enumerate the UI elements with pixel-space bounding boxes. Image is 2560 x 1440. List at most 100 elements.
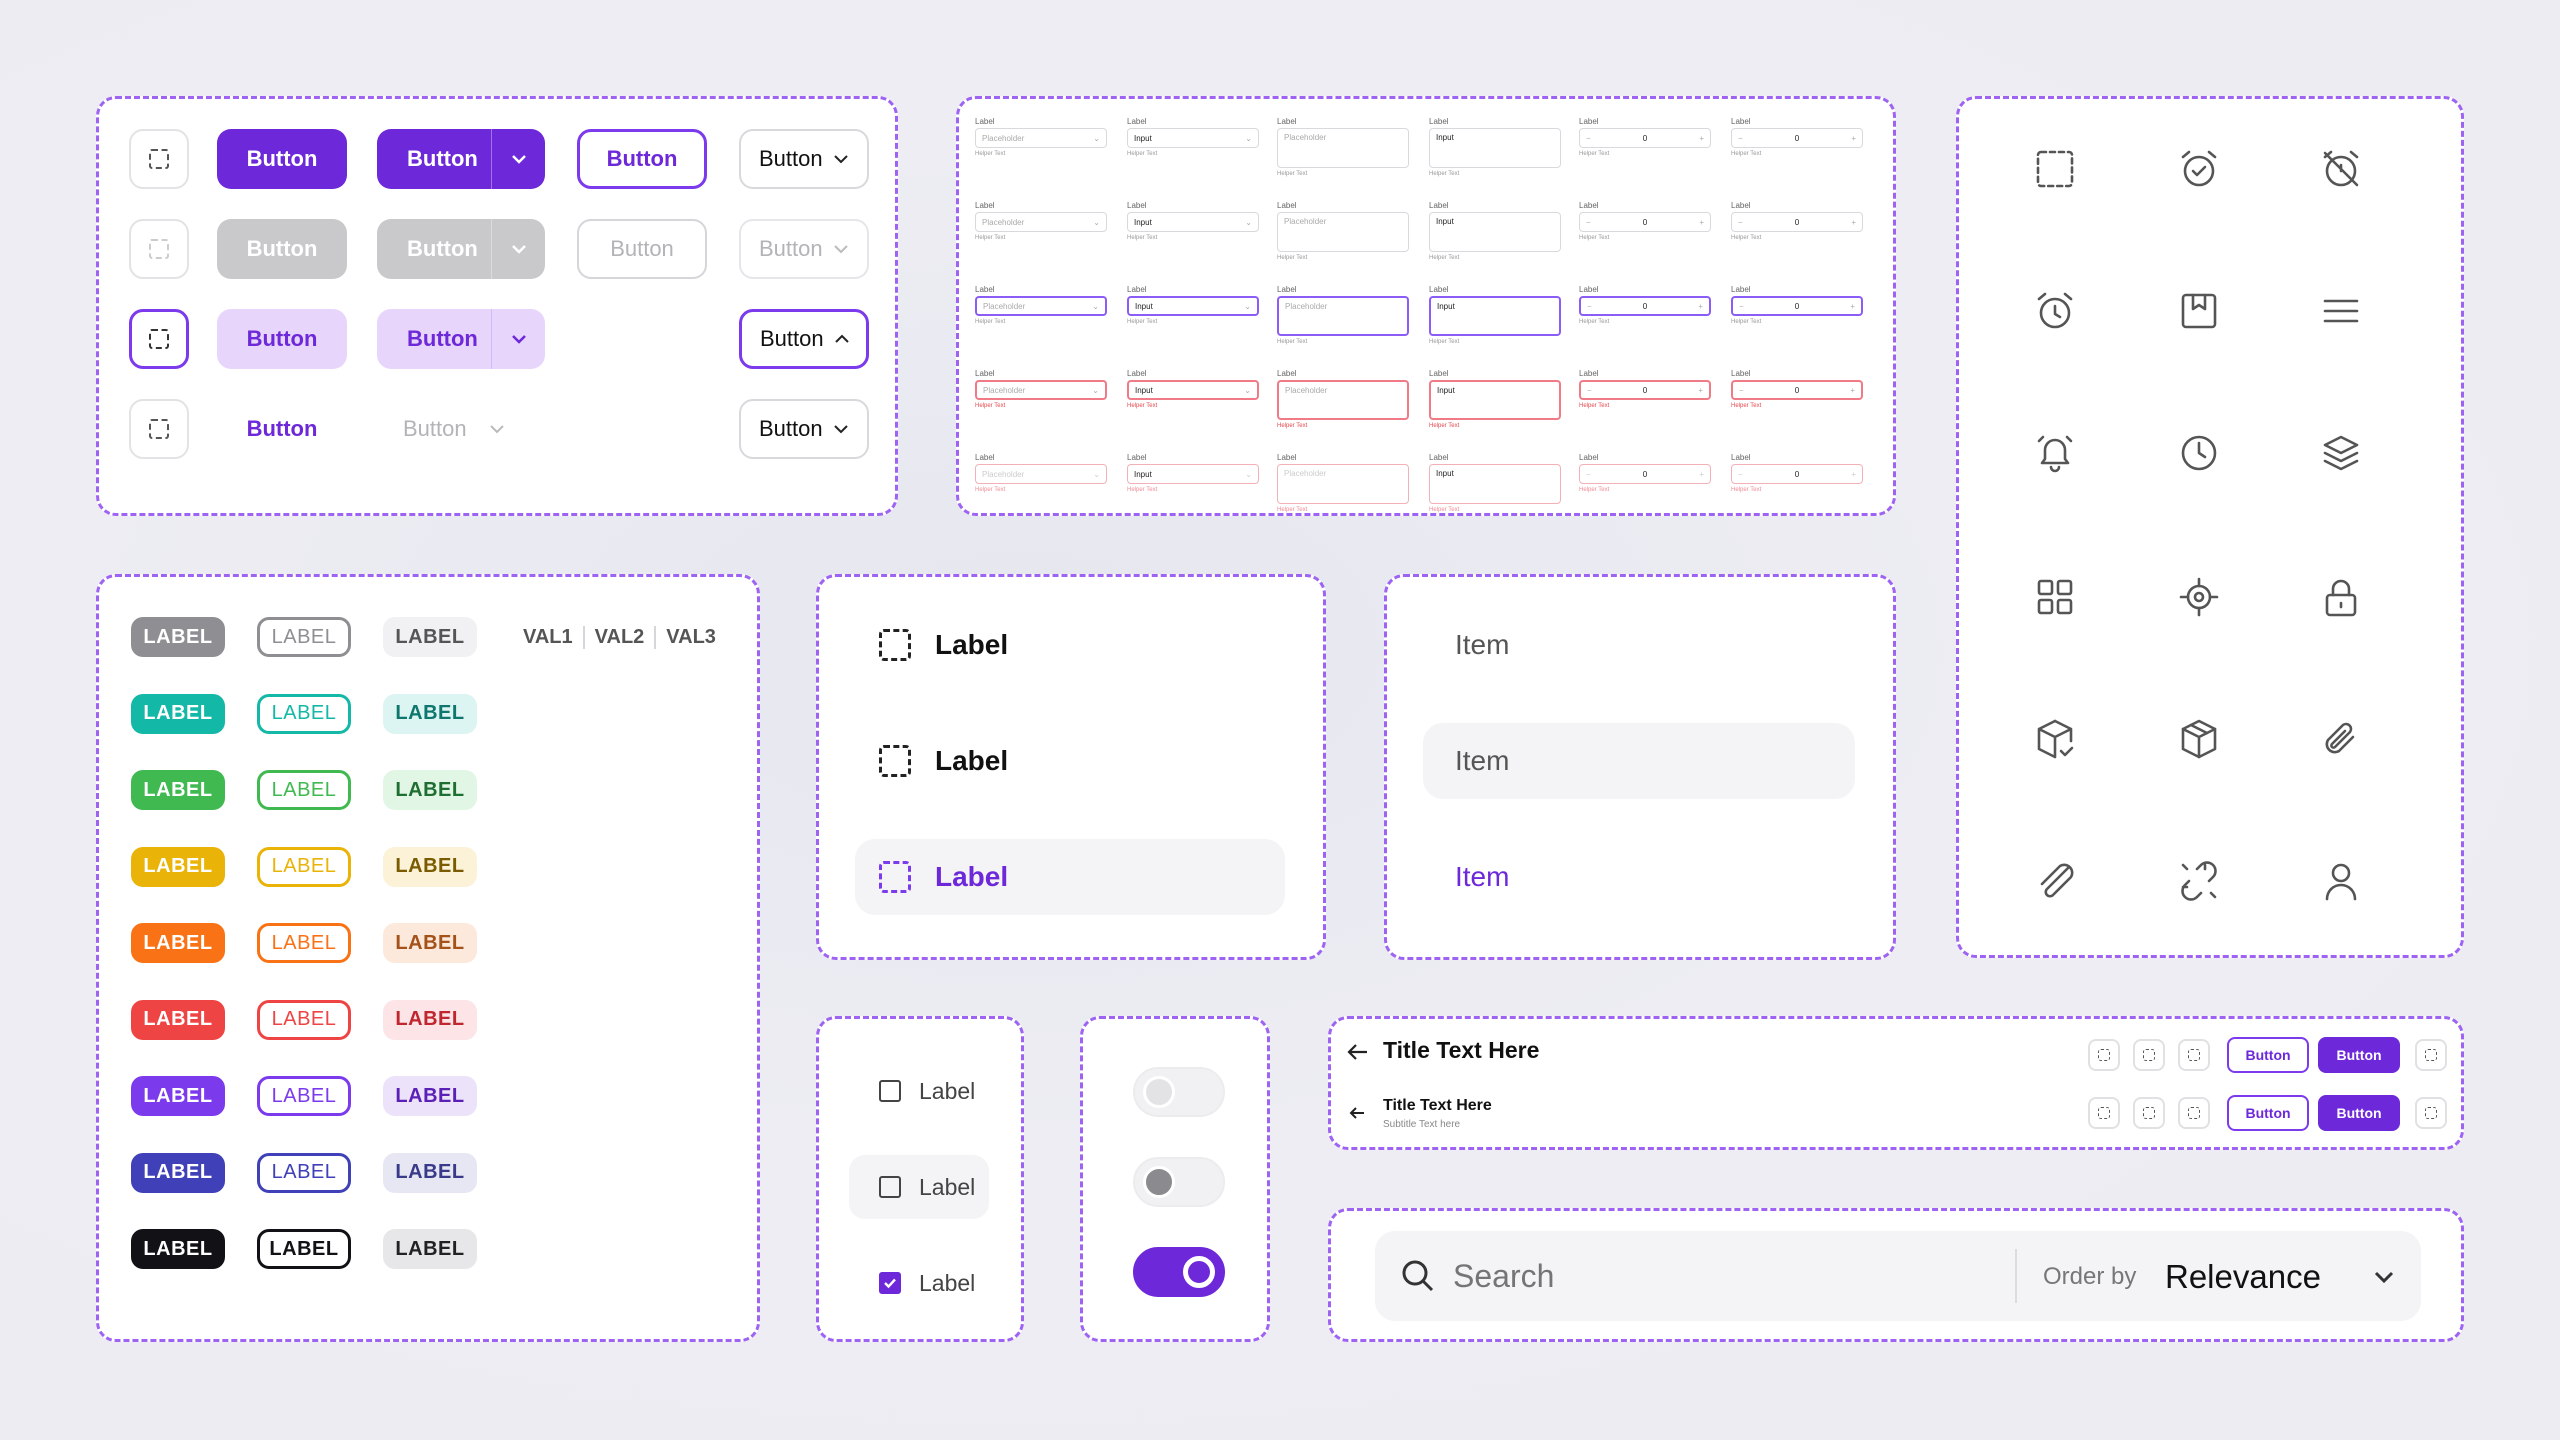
stepper-field[interactable]: Label − 0 + Helper Text: [1579, 369, 1711, 409]
bell-ringing-icon[interactable]: [2031, 429, 2079, 477]
field-box[interactable]: Input: [1429, 296, 1561, 336]
field-box[interactable]: Placeholder: [1277, 464, 1409, 504]
checkbox-row[interactable]: Label: [849, 1059, 989, 1123]
alarm-icon[interactable]: [2031, 287, 2079, 335]
minus-icon[interactable]: −: [1738, 218, 1743, 227]
checkbox[interactable]: [879, 1176, 901, 1198]
field-box[interactable]: Placeholder ⌄: [975, 212, 1107, 232]
list-label-row-selected[interactable]: Label: [855, 839, 1285, 915]
field-box[interactable]: Placeholder: [1277, 380, 1409, 420]
secondary-split-button[interactable]: Button: [377, 309, 545, 369]
header-icon-button[interactable]: [2415, 1039, 2447, 1071]
minus-icon[interactable]: −: [1586, 134, 1591, 143]
clock-icon[interactable]: [2175, 429, 2223, 477]
arrow-left-icon[interactable]: [1348, 1105, 1366, 1121]
header-primary-button[interactable]: Button: [2318, 1037, 2400, 1073]
minus-icon[interactable]: −: [1587, 302, 1592, 311]
stepper-field[interactable]: Label − 0 + Helper Text: [1731, 453, 1863, 493]
secondary-button[interactable]: Button: [217, 309, 347, 369]
field-box[interactable]: − 0 +: [1731, 464, 1863, 484]
header-icon-button[interactable]: [2178, 1039, 2210, 1071]
user-icon[interactable]: [2317, 857, 2365, 905]
plus-icon[interactable]: +: [1851, 218, 1856, 227]
toggle-off-hover[interactable]: [1133, 1157, 1225, 1207]
chevron-down-icon[interactable]: [491, 219, 545, 279]
plus-icon[interactable]: +: [1850, 302, 1855, 311]
field-box[interactable]: Input: [1429, 380, 1561, 420]
field-box[interactable]: Placeholder: [1277, 212, 1409, 252]
dropdown-button-disabled[interactable]: Button: [739, 219, 869, 279]
field-box[interactable]: Placeholder ⌄: [975, 128, 1107, 148]
stepper-field[interactable]: Label − 0 + Helper Text: [1731, 369, 1863, 409]
select-field[interactable]: Label Placeholder ⌄ Helper Text: [975, 369, 1107, 409]
icon-button-disabled[interactable]: [129, 219, 189, 279]
field-box[interactable]: − 0 +: [1731, 296, 1863, 316]
select-field[interactable]: Label Input ⌄ Helper Text: [1127, 369, 1259, 409]
stepper-field[interactable]: Label − 0 + Helper Text: [1579, 453, 1711, 493]
textarea-field[interactable]: Label Input Helper Text: [1429, 117, 1561, 177]
field-box[interactable]: − 0 +: [1731, 128, 1863, 148]
grid-icon[interactable]: [2031, 573, 2079, 621]
field-box[interactable]: − 0 +: [1731, 380, 1863, 400]
menu-icon[interactable]: [2317, 287, 2365, 335]
header-icon-button[interactable]: [2088, 1039, 2120, 1071]
textarea-field[interactable]: Label Placeholder Helper Text: [1277, 453, 1409, 513]
order-by-select[interactable]: Relevance: [2165, 1255, 2395, 1299]
minus-icon[interactable]: −: [1738, 134, 1743, 143]
textarea-field[interactable]: Label Input Helper Text: [1429, 453, 1561, 513]
select-field[interactable]: Label Input ⌄ Helper Text: [1127, 285, 1259, 325]
field-box[interactable]: − 0 +: [1579, 128, 1711, 148]
layers-icon[interactable]: [2317, 429, 2365, 477]
text-split-button-disabled[interactable]: Button: [377, 399, 545, 459]
plus-icon[interactable]: +: [1698, 386, 1703, 395]
chevron-down-icon[interactable]: [491, 309, 545, 369]
split-button-disabled[interactable]: Button: [377, 219, 545, 279]
field-box[interactable]: Input: [1429, 212, 1561, 252]
header-icon-button[interactable]: [2133, 1097, 2165, 1129]
field-box[interactable]: − 0 +: [1579, 464, 1711, 484]
header-primary-button[interactable]: Button: [2318, 1095, 2400, 1131]
search-input[interactable]: [1453, 1251, 1973, 1301]
field-box[interactable]: Placeholder: [1277, 128, 1409, 168]
dropdown-button[interactable]: Button: [739, 129, 869, 189]
select-field[interactable]: Label Input ⌄ Helper Text: [1127, 201, 1259, 241]
select-field[interactable]: Label Placeholder ⌄ Helper Text: [975, 201, 1107, 241]
plus-icon[interactable]: +: [1699, 470, 1704, 479]
stepper-field[interactable]: Label − 0 + Helper Text: [1579, 201, 1711, 241]
plus-icon[interactable]: +: [1699, 218, 1704, 227]
segment-val2[interactable]: VAL2: [582, 625, 655, 649]
checkbox-checked[interactable]: [879, 1272, 901, 1294]
checkbox-row-checked[interactable]: Label: [849, 1251, 989, 1315]
toggle-off[interactable]: [1133, 1067, 1225, 1117]
header-icon-button[interactable]: [2415, 1097, 2447, 1129]
minus-icon[interactable]: −: [1739, 386, 1744, 395]
target-icon[interactable]: [2175, 573, 2223, 621]
stepper-field[interactable]: Label − 0 + Helper Text: [1579, 117, 1711, 157]
field-box[interactable]: Input: [1429, 128, 1561, 168]
primary-split-button[interactable]: Button: [377, 129, 545, 189]
package-check-icon[interactable]: [2031, 715, 2079, 763]
segment-val3[interactable]: VAL3: [654, 625, 726, 649]
list-item-selected[interactable]: Item: [1423, 839, 1855, 915]
field-box[interactable]: Input ⌄: [1127, 128, 1259, 148]
field-box[interactable]: Input ⌄: [1127, 380, 1259, 400]
field-box[interactable]: Input: [1429, 464, 1561, 504]
segment-val1[interactable]: VAL1: [513, 626, 583, 649]
select-field[interactable]: Label Placeholder ⌄ Helper Text: [975, 453, 1107, 493]
textarea-field[interactable]: Label Placeholder Helper Text: [1277, 117, 1409, 177]
minus-icon[interactable]: −: [1738, 470, 1743, 479]
header-icon-button[interactable]: [2088, 1097, 2120, 1129]
textarea-field[interactable]: Label Placeholder Helper Text: [1277, 285, 1409, 345]
field-box[interactable]: − 0 +: [1579, 380, 1711, 400]
stepper-field[interactable]: Label − 0 + Helper Text: [1579, 285, 1711, 325]
plus-icon[interactable]: +: [1851, 134, 1856, 143]
package-icon[interactable]: [2175, 715, 2223, 763]
stepper-field[interactable]: Label − 0 + Helper Text: [1731, 285, 1863, 325]
lock-icon[interactable]: [2317, 573, 2365, 621]
header-icon-button[interactable]: [2178, 1097, 2210, 1129]
dashed-square-icon[interactable]: [2031, 145, 2079, 193]
bookmark-square-icon[interactable]: [2175, 287, 2223, 335]
textarea-field[interactable]: Label Input Helper Text: [1429, 369, 1561, 429]
minus-icon[interactable]: −: [1586, 470, 1591, 479]
header-outline-button[interactable]: Button: [2227, 1037, 2309, 1073]
